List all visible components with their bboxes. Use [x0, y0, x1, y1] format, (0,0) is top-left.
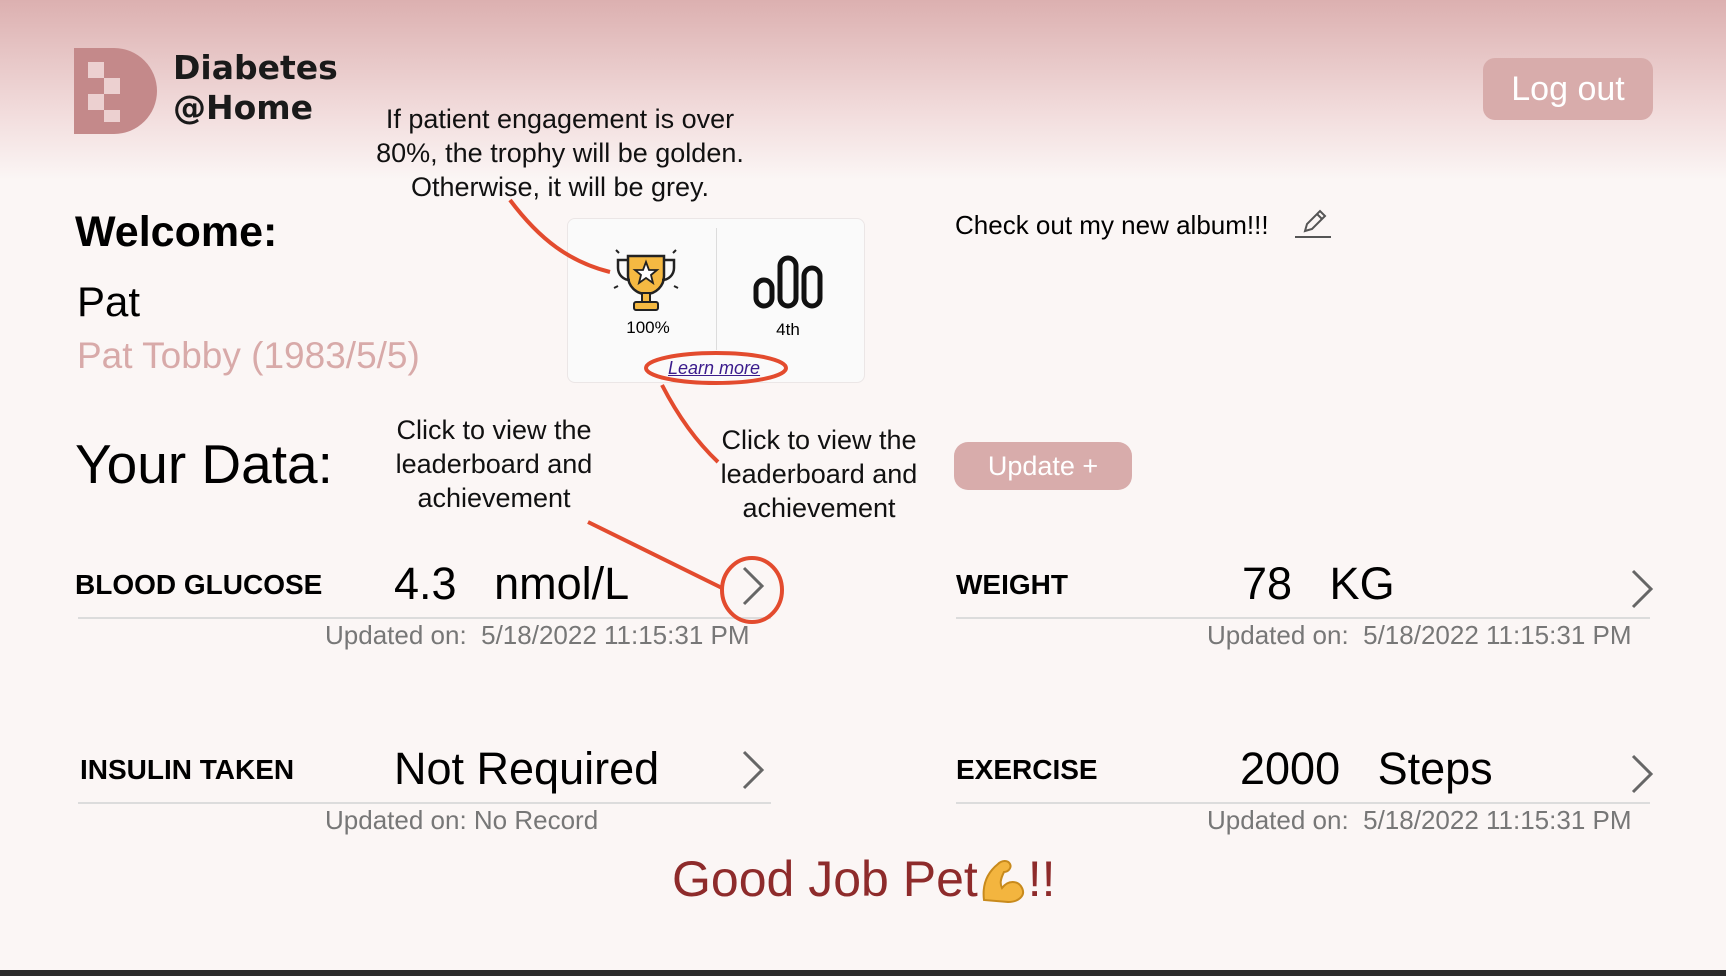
card-divider [716, 228, 717, 350]
exercise-divider [956, 802, 1650, 804]
logo-text: Diabetes @Home [173, 48, 338, 128]
insulin-value: Not Required [394, 743, 660, 794]
weight-updated: Updated on: 5/18/2022 11:15:31 PM [1207, 620, 1632, 650]
logo-line1: Diabetes [173, 48, 338, 87]
user-short-name: Pat [77, 278, 141, 325]
blood-glucose-label: BLOOD GLUCOSE [75, 569, 323, 600]
logo-icon [74, 48, 157, 134]
insulin-divider [78, 802, 771, 804]
weight-label: WEIGHT [956, 569, 1068, 600]
update-button[interactable]: Update + [954, 442, 1132, 490]
encouragement-suffix: !! [1027, 851, 1056, 907]
learn-more-link[interactable]: Learn more [668, 358, 760, 379]
chevron-right-icon[interactable] [738, 562, 768, 610]
user-full-name: Pat Tobby (1983/5/5) [77, 335, 420, 376]
insulin-label: INSULIN TAKEN [80, 754, 295, 785]
pencil-icon[interactable] [1295, 205, 1331, 241]
chevron-right-icon[interactable] [1627, 565, 1657, 613]
leaderboard-rank: 4th [776, 320, 800, 339]
exercise-updated: Updated on: 5/18/2022 11:15:31 PM [1207, 805, 1632, 835]
exercise-label: EXERCISE [956, 754, 1098, 785]
weight-value: 78 KG [1242, 558, 1395, 609]
trophy-icon[interactable] [610, 246, 682, 316]
chevron-right-icon[interactable] [1627, 750, 1657, 798]
blood-glucose-divider [78, 617, 771, 619]
blood-glucose-value: 4.3 nmol/L [394, 558, 630, 609]
blood-glucose-updated: Updated on: 5/18/2022 11:15:31 PM [325, 620, 750, 650]
welcome-label: Welcome: [75, 208, 278, 256]
engagement-percent: 100% [626, 318, 670, 337]
flexed-biceps-icon [982, 860, 1024, 904]
encouragement-prefix: Good Job Pet [672, 851, 978, 907]
encouragement-message: Good Job Pet!! [672, 850, 1056, 908]
insulin-updated: Updated on: No Record [325, 805, 599, 835]
annotation-trophy-note: If patient engagement is over 80%, the t… [376, 104, 744, 202]
chevron-right-icon[interactable] [738, 746, 768, 794]
exercise-value: 2000 Steps [1240, 743, 1493, 794]
logo-line2: @Home [173, 88, 314, 127]
your-data-title: Your Data: [75, 433, 333, 495]
bottom-bar [0, 970, 1726, 976]
logout-button[interactable]: Log out [1483, 58, 1653, 120]
weight-divider [956, 617, 1650, 619]
leaderboard-icon[interactable] [752, 254, 824, 310]
status-message: Check out my new album!!! [955, 210, 1269, 240]
annotation-chevron-note: Click to view the leaderboard and achiev… [395, 415, 593, 513]
annotation-learn-more-note: Click to view the leaderboard and achiev… [720, 425, 918, 523]
